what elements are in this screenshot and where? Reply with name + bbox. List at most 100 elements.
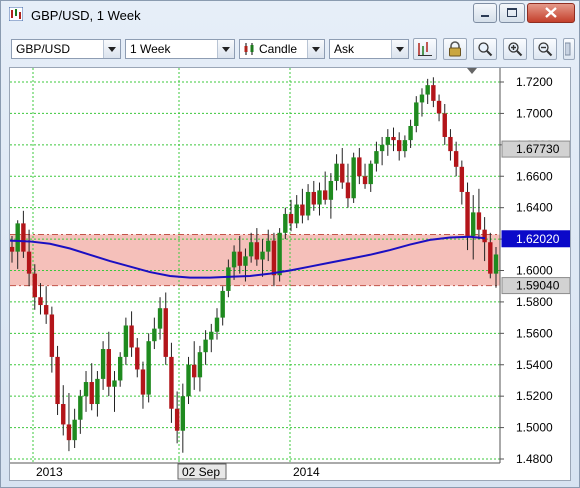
- candle-body[interactable]: [214, 317, 220, 332]
- zoom-out-button[interactable]: [533, 38, 557, 60]
- maximize-button[interactable]: [499, 3, 525, 23]
- candle-body[interactable]: [266, 240, 271, 252]
- candle-body[interactable]: [322, 190, 328, 200]
- candle-body[interactable]: [271, 240, 277, 276]
- candle-body[interactable]: [117, 356, 123, 381]
- price-chart[interactable]: 1.72001.70001.68001.66001.64001.62001.60…: [9, 67, 571, 481]
- candle-body[interactable]: [288, 213, 294, 224]
- candle-body[interactable]: [9, 246, 15, 252]
- candle-body[interactable]: [112, 380, 117, 387]
- candle-body[interactable]: [305, 191, 311, 216]
- candle-body[interactable]: [157, 308, 163, 329]
- candle-body[interactable]: [345, 182, 351, 199]
- zoom-fit-button[interactable]: [473, 38, 497, 60]
- chevron-down-icon[interactable]: [217, 40, 234, 58]
- candle-body[interactable]: [209, 331, 214, 340]
- candle-body[interactable]: [391, 136, 396, 141]
- candle-body[interactable]: [129, 325, 134, 348]
- candle-body[interactable]: [436, 100, 442, 114]
- candle-body[interactable]: [152, 328, 157, 342]
- candle-body[interactable]: [328, 180, 334, 200]
- candle-body[interactable]: [277, 232, 282, 276]
- candle-body[interactable]: [163, 308, 168, 357]
- candle-body[interactable]: [231, 251, 237, 268]
- candle-body[interactable]: [38, 297, 43, 306]
- candle-body[interactable]: [357, 157, 362, 177]
- candle-body[interactable]: [397, 140, 402, 152]
- candle-body[interactable]: [197, 352, 203, 378]
- candle-body[interactable]: [351, 157, 356, 199]
- symbol-select[interactable]: GBP/USD: [11, 39, 121, 59]
- candle-body[interactable]: [21, 223, 26, 252]
- candlestick-chart[interactable]: 1.72001.70001.68001.66001.64001.62001.60…: [9, 68, 571, 480]
- candle-body[interactable]: [300, 204, 305, 216]
- candle-body[interactable]: [72, 419, 77, 441]
- candle-body[interactable]: [254, 242, 260, 260]
- candle-body[interactable]: [135, 347, 140, 370]
- candle-body[interactable]: [340, 163, 345, 183]
- candle-body[interactable]: [317, 190, 322, 205]
- candle-body[interactable]: [146, 341, 151, 395]
- candle-body[interactable]: [226, 267, 231, 291]
- candle-body[interactable]: [32, 273, 37, 298]
- candle-body[interactable]: [488, 242, 493, 274]
- candle-body[interactable]: [362, 176, 368, 185]
- scroll-button[interactable]: [563, 38, 575, 60]
- candle-body[interactable]: [453, 151, 459, 167]
- candle-body[interactable]: [15, 223, 20, 252]
- chevron-down-icon[interactable]: [391, 40, 408, 58]
- candle-body[interactable]: [379, 144, 385, 152]
- candle-body[interactable]: [260, 251, 265, 260]
- close-button[interactable]: [527, 3, 575, 23]
- candle-body[interactable]: [55, 356, 60, 405]
- candle-body[interactable]: [402, 140, 408, 152]
- price-side-select[interactable]: Ask: [329, 39, 409, 59]
- candle-body[interactable]: [283, 213, 288, 233]
- candle-body[interactable]: [248, 242, 254, 257]
- candle-body[interactable]: [186, 364, 191, 397]
- bar-chart-button[interactable]: [413, 38, 437, 60]
- candle-body[interactable]: [61, 404, 66, 425]
- candle-body[interactable]: [106, 349, 111, 387]
- candle-body[interactable]: [465, 191, 470, 236]
- candle-body[interactable]: [334, 163, 339, 181]
- candle-body[interactable]: [66, 424, 72, 441]
- candle-body[interactable]: [408, 125, 413, 141]
- chevron-down-icon[interactable]: [103, 40, 120, 58]
- candle-body[interactable]: [431, 85, 436, 101]
- candle-body[interactable]: [43, 305, 49, 315]
- candle-body[interactable]: [140, 369, 146, 395]
- candle-body[interactable]: [78, 396, 83, 420]
- candle-body[interactable]: [425, 85, 430, 95]
- candle-body[interactable]: [294, 204, 299, 224]
- candle-body[interactable]: [203, 339, 208, 353]
- lock-button[interactable]: [443, 38, 467, 60]
- candle-body[interactable]: [89, 382, 94, 405]
- title-bar[interactable]: GBP/USD, 1 Week: [1, 1, 579, 31]
- candle-body[interactable]: [442, 113, 447, 137]
- candle-body[interactable]: [100, 349, 106, 379]
- chevron-down-icon[interactable]: [307, 40, 324, 58]
- candle-body[interactable]: [174, 408, 180, 431]
- candle-body[interactable]: [459, 166, 465, 192]
- candle-body[interactable]: [192, 364, 197, 378]
- candle-body[interactable]: [95, 378, 100, 405]
- minimize-button[interactable]: [473, 3, 497, 23]
- chart-type-select[interactable]: Candle: [239, 39, 325, 59]
- candle-body[interactable]: [49, 314, 55, 357]
- candle-body[interactable]: [482, 229, 487, 243]
- candle-body[interactable]: [123, 325, 129, 357]
- candle-body[interactable]: [220, 290, 225, 318]
- candle-body[interactable]: [385, 136, 391, 145]
- timeframe-select[interactable]: 1 Week: [125, 39, 235, 59]
- candle-body[interactable]: [493, 254, 499, 274]
- candle-body[interactable]: [414, 102, 419, 126]
- candle-body[interactable]: [471, 212, 476, 236]
- candle-body[interactable]: [368, 163, 373, 185]
- candle-body[interactable]: [169, 356, 174, 409]
- candle-body[interactable]: [374, 151, 379, 164]
- candle-body[interactable]: [237, 251, 242, 266]
- candle-body[interactable]: [448, 136, 453, 152]
- candle-body[interactable]: [243, 256, 248, 266]
- candle-body[interactable]: [180, 396, 186, 431]
